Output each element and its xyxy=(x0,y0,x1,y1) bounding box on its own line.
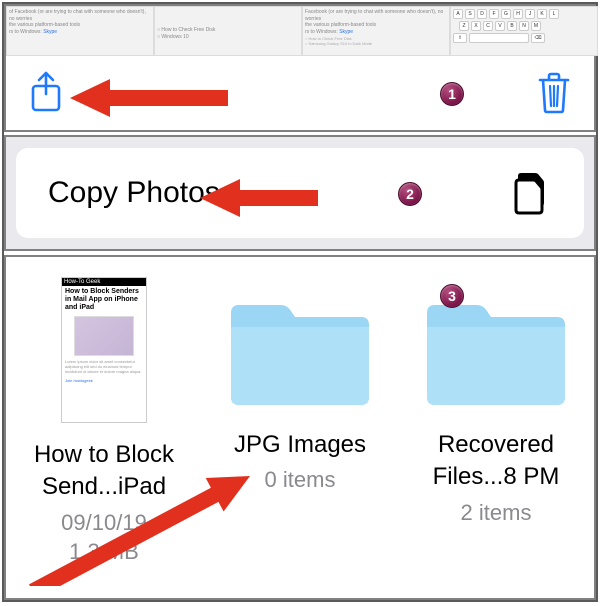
copy-icon xyxy=(508,169,552,217)
share-icon[interactable] xyxy=(26,70,66,114)
switcher-thumb-2[interactable]: ○ How to Check Free Disk ○ Windows 10 xyxy=(154,6,302,56)
switcher-thumb-3[interactable]: Facebook (or are trying to chat with som… xyxy=(302,6,450,56)
folder-icon xyxy=(421,293,571,413)
folder-icon xyxy=(225,293,375,413)
annotation-badge-1: 1 xyxy=(440,82,464,106)
annotation-arrow-1 xyxy=(70,76,230,120)
thumb-text: Facebook (or are trying to chat with som… xyxy=(305,9,447,22)
folder-meta: 2 items xyxy=(402,498,590,528)
switcher-thumb-keyboard[interactable]: ASDFGHJKL ZXCVBNM ⇧⌫ xyxy=(450,6,598,56)
trash-icon[interactable] xyxy=(534,70,574,114)
thumb-text: of Facebook (or are trying to chat with … xyxy=(9,9,151,22)
thumb-text: rs to Windows: Skype xyxy=(305,29,447,36)
folder-item-recovered[interactable]: RecoveredFiles...8 PM 2 items xyxy=(402,277,590,598)
annotation-badge-3: 3 xyxy=(440,284,464,308)
thumb-text: ○ Windows 10 xyxy=(157,34,299,41)
copy-photos-label: Copy Photos xyxy=(48,176,220,210)
folder-name: RecoveredFiles...8 PM xyxy=(402,429,590,494)
thumb-text: rs to Windows: Skype xyxy=(9,29,151,36)
annotation-badge-2: 2 xyxy=(398,182,422,206)
annotation-arrow-2 xyxy=(200,176,320,220)
app-switcher-thumbnails: of Facebook (or are trying to chat with … xyxy=(6,6,598,56)
annotation-arrow-3 xyxy=(24,456,284,586)
file-thumbnail: How-To Geek How to Block Senders in Mail… xyxy=(61,277,147,423)
switcher-thumb-1[interactable]: of Facebook (or are trying to chat with … xyxy=(6,6,154,56)
